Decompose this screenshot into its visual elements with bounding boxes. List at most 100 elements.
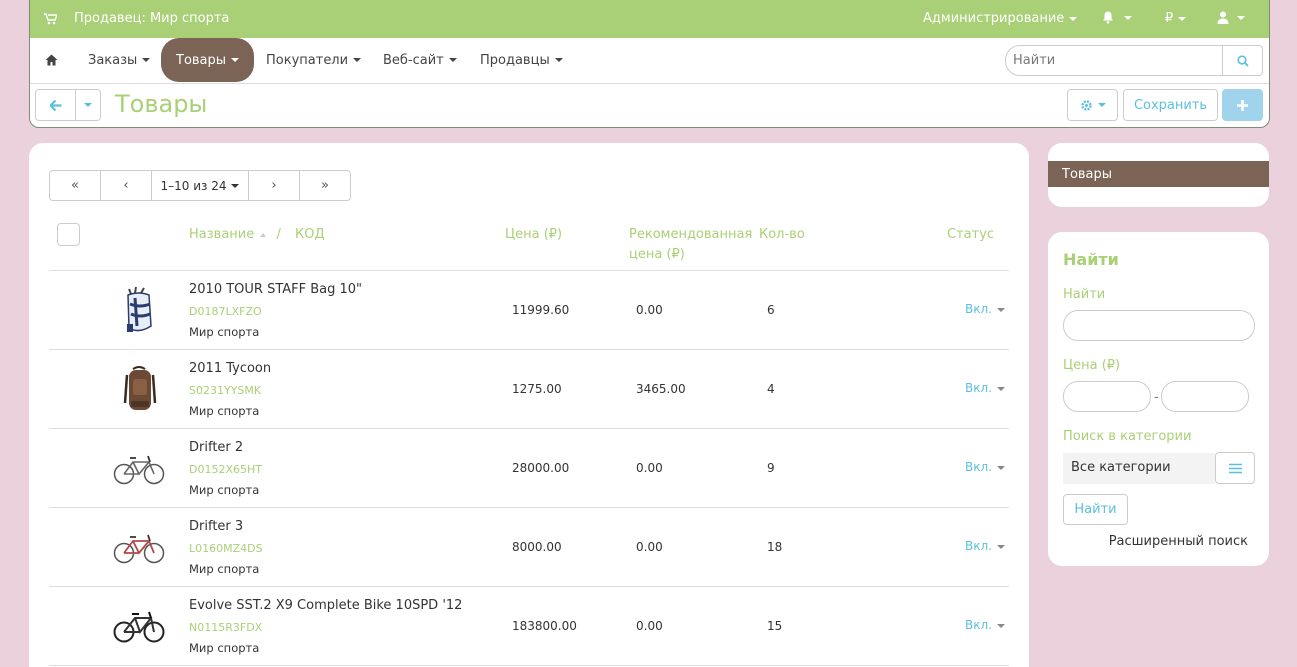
chevron-down-icon [996,544,1005,549]
settings-dropdown[interactable] [1067,89,1118,121]
status-dropdown[interactable]: Вкл. [965,618,1005,632]
category-selector[interactable]: Все категории [1063,453,1215,484]
status-label: Вкл. [965,381,992,395]
advanced-search-link[interactable]: Расширенный поиск [1109,534,1248,549]
product-image-backpack[interactable] [111,362,167,418]
status-dropdown[interactable]: Вкл. [965,539,1005,553]
product-qty: 18 [767,540,783,554]
sidebar-item-products[interactable]: Товары [1048,161,1269,187]
currency-menu[interactable]: ₽ [1165,11,1187,26]
chevron-down-icon [554,58,563,62]
status-dropdown[interactable]: Вкл. [965,302,1005,316]
find-button[interactable]: Найти [1063,494,1128,525]
search-icon [1236,54,1249,67]
plus-icon [1237,99,1248,111]
last-page-button[interactable]: » [299,170,351,201]
product-price: 183800.00 [512,619,577,633]
nav-products[interactable]: Товары [161,38,255,82]
product-price: 28000.00 [512,461,570,475]
main-nav: Заказы Товары Покупатели Веб-сайт Продав… [30,38,1269,84]
notifications-menu[interactable] [1102,11,1132,24]
search-button[interactable] [1223,45,1263,76]
back-button[interactable] [35,89,77,121]
prev-page-button[interactable]: ‹ [100,170,152,201]
name-column-header[interactable]: Название / КОД [189,225,325,245]
table-row[interactable]: Drifter 3 L0160MZ4DS Мир спорта 8000.00 … [49,508,1009,587]
product-image-bicycle[interactable] [111,599,167,655]
product-name-link[interactable]: Drifter 2 [189,440,243,455]
save-button[interactable]: Сохранить [1123,89,1218,121]
next-page-button[interactable]: › [248,170,300,201]
product-recommended-price: 0.00 [636,540,663,554]
chevron-down-icon [1178,16,1187,21]
code-header-label[interactable]: КОД [295,227,325,242]
product-recommended-price: 0.00 [636,461,663,475]
sort-asc-icon [260,232,267,237]
chevron-down-icon [996,465,1005,470]
status-dropdown[interactable]: Вкл. [965,460,1005,474]
table-row[interactable]: Drifter 2 D0152X65HT Мир спорта 28000.00… [49,429,1009,508]
table-row[interactable]: 2010 TOUR STAFF Bag 10" D0187LXFZO Мир с… [49,271,1009,350]
recommended-price-column-header[interactable]: Рекомендованная цена (₽) [629,225,752,265]
status-dropdown[interactable]: Вкл. [965,381,1005,395]
cart-icon [44,12,57,24]
table-row[interactable]: 2011 Tycoon S0231YYSMK Мир спорта 1275.0… [49,350,1009,429]
nav-customers[interactable]: Покупатели [251,38,376,82]
admin-menu[interactable]: Администрирование [923,11,1078,26]
product-image-bicycle[interactable] [111,441,167,497]
product-code: D0152X65HT [189,463,262,476]
nav-products-label: Товары [176,52,227,68]
pagination: « ‹ 1–10 из 24 › » [49,170,351,201]
chevron-down-icon [996,386,1005,391]
find-input[interactable] [1063,310,1255,341]
home-link[interactable] [30,38,73,82]
history-dropdown[interactable] [75,89,101,121]
add-product-button[interactable] [1222,89,1263,121]
select-all-checkbox[interactable] [57,223,80,246]
table-row[interactable]: Evolve SST.2 X9 Complete Bike 10SPD '12 … [49,587,1009,666]
page-range-dropdown[interactable]: 1–10 из 24 [151,170,249,201]
product-name-link[interactable]: Evolve SST.2 X9 Complete Bike 10SPD '12 [189,598,462,613]
status-label: Вкл. [965,539,992,553]
product-name-link[interactable]: 2010 TOUR STAFF Bag 10" [189,282,362,297]
price-column-header[interactable]: Цена (₽) [505,225,562,245]
product-image-bicycle[interactable] [111,520,167,576]
product-code: L0160MZ4DS [189,542,263,555]
home-icon [45,54,58,66]
header-frame: Продавец: Мир спорта Администрирование ₽… [29,0,1270,128]
user-menu[interactable] [1217,11,1245,24]
search-panel-heading: Найти [1063,250,1119,269]
product-recommended-price: 0.00 [636,303,663,317]
chevron-down-icon [1069,16,1078,21]
price-from-input[interactable] [1063,381,1151,412]
bicycle-icon [113,534,165,564]
product-seller: Мир спорта [189,483,260,497]
gear-icon [1080,99,1092,111]
search-input[interactable] [1005,45,1223,76]
price-to-input[interactable] [1161,381,1249,412]
first-page-button[interactable]: « [49,170,101,201]
product-seller: Мир спорта [189,404,260,418]
chevron-down-icon [448,58,457,62]
category-picker-button[interactable] [1215,452,1255,484]
vendor-switcher[interactable]: Продавец: Мир спорта [44,11,229,26]
nav-orders[interactable]: Заказы [73,38,165,82]
nav-vendors[interactable]: Продавцы [465,38,578,82]
category-label: Поиск в категории [1063,429,1192,444]
status-column-header[interactable]: Статус [947,225,994,245]
chevron-down-icon [231,183,240,188]
product-recommended-price: 0.00 [636,619,663,633]
chevron-down-icon [1237,15,1245,20]
product-seller: Мир спорта [189,562,260,576]
product-name-link[interactable]: 2011 Tycoon [189,361,271,376]
product-image-golf-bag[interactable] [111,283,167,339]
bicycle-icon [113,611,165,643]
product-price: 1275.00 [512,382,562,396]
qty-column-header[interactable]: Кол-во [759,225,805,245]
product-name-link[interactable]: Drifter 3 [189,519,243,534]
chevron-down-icon [353,58,362,62]
product-price: 11999.60 [512,303,570,317]
sidebar-nav: Товары [1048,143,1269,207]
nav-website[interactable]: Веб-сайт [368,38,472,82]
search-panel: Найти Найти Цена (₽) - Поиск в категории… [1048,232,1269,566]
